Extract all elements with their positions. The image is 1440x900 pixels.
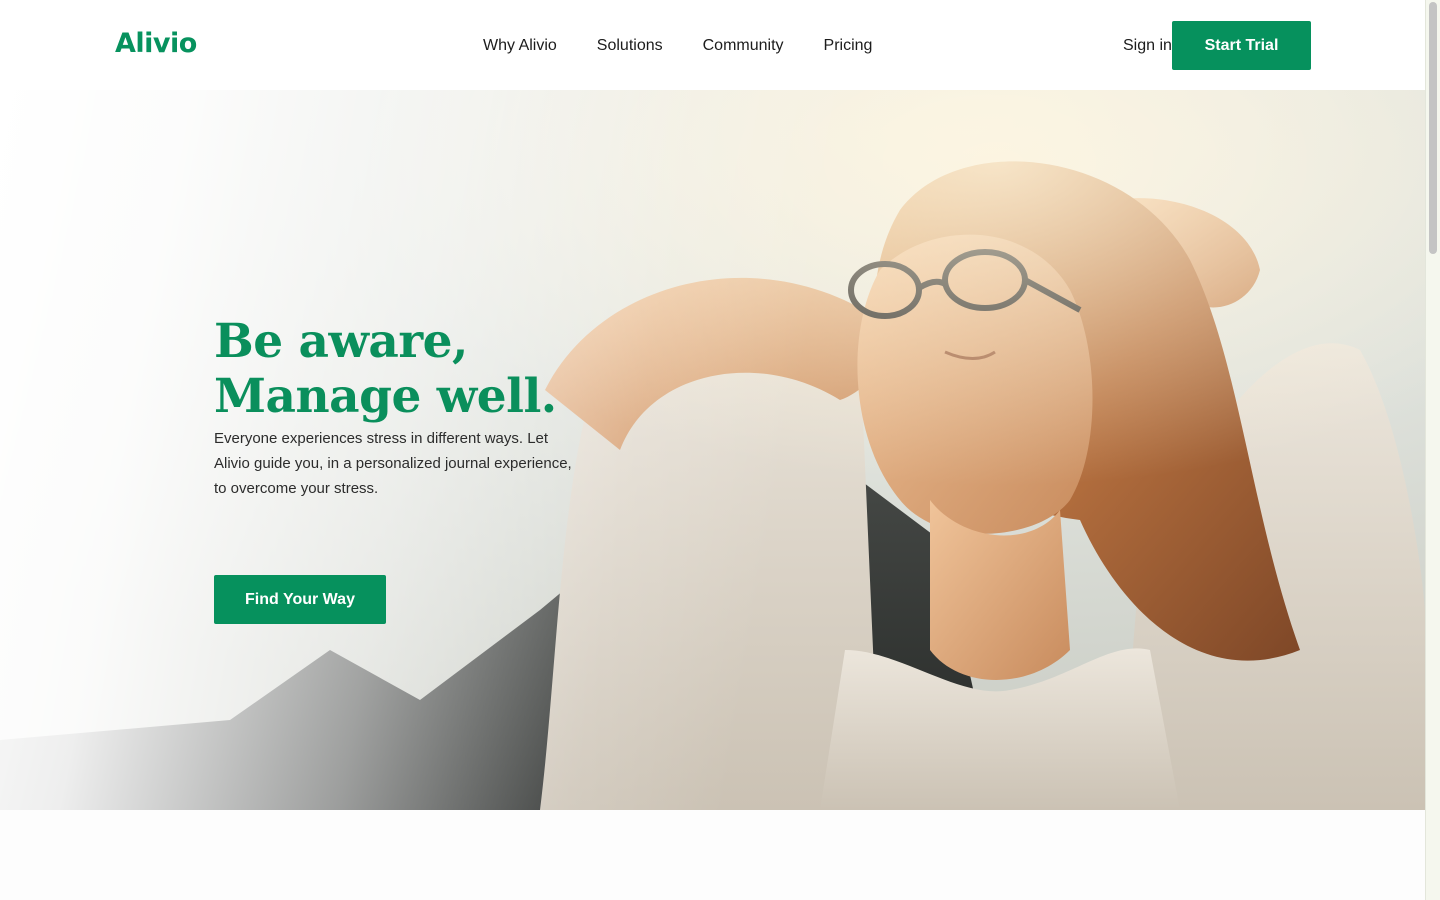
start-trial-button[interactable]: Start Trial [1172, 21, 1311, 70]
nav-link-pricing[interactable]: Pricing [824, 36, 873, 56]
nav-link-solutions[interactable]: Solutions [597, 36, 663, 56]
site-header: Alivio Why Alivio Solutions Community Pr… [0, 0, 1425, 90]
nav-link-community[interactable]: Community [703, 36, 784, 56]
scrollbar-thumb[interactable] [1429, 2, 1437, 254]
sign-in-link[interactable]: Sign in [1123, 36, 1172, 56]
hero-title-line: Manage well. [214, 369, 557, 424]
hero-title: Be aware, Manage well. [214, 314, 557, 424]
find-your-way-button[interactable]: Find Your Way [214, 575, 386, 624]
below-fold-section [0, 810, 1425, 900]
nav-link-why-alivio[interactable]: Why Alivio [483, 36, 557, 56]
hero-title-line: Be aware, [214, 314, 468, 369]
hero-description: Everyone experiences stress in different… [214, 430, 572, 497]
main-nav: Why Alivio Solutions Community Pricing [483, 36, 912, 56]
hero-section: Be aware, Manage well. Everyone experien… [0, 90, 1425, 810]
landing-page: Alivio Why Alivio Solutions Community Pr… [0, 0, 1425, 900]
vertical-scrollbar[interactable] [1425, 0, 1440, 900]
brand-logo[interactable]: Alivio [115, 26, 197, 62]
